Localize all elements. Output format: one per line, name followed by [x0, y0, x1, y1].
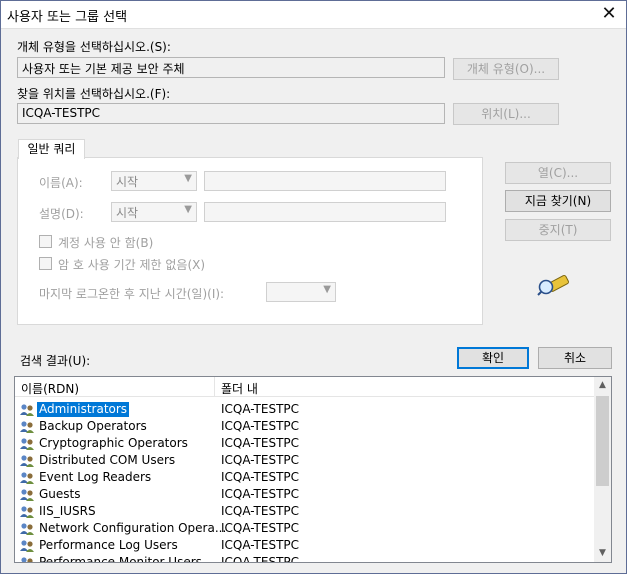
column-header-folder[interactable]: 폴더 내 [221, 380, 258, 397]
row-name: Guests [39, 487, 81, 501]
row-folder: ICQA-TESTPC [221, 487, 300, 501]
name-label: 이름(A): [39, 176, 83, 190]
disabled-accounts-label: 계정 사용 안 함(B) [58, 236, 154, 250]
column-divider[interactable] [214, 377, 215, 397]
group-icon [20, 438, 34, 450]
cancel-button[interactable]: 취소 [538, 347, 612, 369]
row-name: Distributed COM Users [39, 453, 176, 467]
disabled-accounts-checkbox[interactable] [39, 235, 52, 248]
row-name: Network Configuration Opera... [39, 521, 227, 535]
vertical-scrollbar[interactable]: ▲ ▼ [594, 377, 611, 562]
locations-button[interactable]: 위치(L)... [453, 103, 559, 125]
title-bar: 사용자 또는 그룹 선택 ✕ [1, 1, 626, 29]
search-flashlight-icon [537, 274, 569, 296]
stop-button[interactable]: 중지(T) [505, 219, 611, 241]
group-icon [20, 455, 34, 467]
table-row[interactable]: IIS_IUSRS ICQA-TESTPC [15, 503, 595, 520]
chevron-down-icon: ▼ [323, 284, 331, 295]
table-row[interactable]: Cryptographic Operators ICQA-TESTPC [15, 435, 595, 452]
name-mode-value: 시작 [116, 175, 139, 189]
object-type-field: 사용자 또는 기본 제공 보안 주체 [17, 57, 445, 78]
row-folder: ICQA-TESTPC [221, 470, 300, 484]
dialog-window: 사용자 또는 그룹 선택 ✕ 개체 유형을 선택하십시오.(S): 사용자 또는… [0, 0, 627, 574]
window-title: 사용자 또는 그룹 선택 [7, 10, 128, 25]
name-mode-select[interactable]: 시작 ▼ [111, 171, 197, 191]
location-field: ICQA-TESTPC [17, 103, 445, 124]
row-name: Cryptographic Operators [39, 436, 188, 450]
days-since-logon-label: 마지막 로그온한 후 지난 시간(일)(I): [39, 287, 225, 301]
search-results-label: 검색 결과(U): [20, 354, 91, 368]
results-header: 이름(RDN) 폴더 내 [15, 377, 595, 397]
chevron-down-icon: ▼ [184, 204, 192, 215]
table-row[interactable]: Administrators ICQA-TESTPC [15, 401, 595, 418]
object-type-label: 개체 유형을 선택하십시오.(S): [17, 40, 171, 54]
row-folder: ICQA-TESTPC [221, 453, 300, 467]
description-mode-value: 시작 [116, 206, 139, 220]
description-input[interactable] [204, 202, 446, 222]
scroll-down-icon[interactable]: ▼ [594, 545, 611, 562]
table-row[interactable]: Network Configuration Opera... ICQA-TEST… [15, 520, 595, 537]
scroll-up-icon[interactable]: ▲ [594, 377, 611, 394]
row-name: Event Log Readers [39, 470, 152, 484]
name-input[interactable] [204, 171, 446, 191]
find-now-button[interactable]: 지금 찾기(N) [505, 190, 611, 212]
row-folder: ICQA-TESTPC [221, 521, 300, 535]
table-row[interactable]: Performance Log Users ICQA-TESTPC [15, 537, 595, 554]
row-folder: ICQA-TESTPC [221, 504, 300, 518]
row-folder: ICQA-TESTPC [221, 436, 300, 450]
group-icon [20, 506, 34, 518]
close-icon[interactable]: ✕ [596, 3, 622, 27]
group-icon [20, 472, 34, 484]
row-name: Backup Operators [39, 419, 147, 433]
search-results-list[interactable]: 이름(RDN) 폴더 내 Administrators ICQA-TESTPC … [14, 376, 612, 563]
table-row[interactable]: Backup Operators ICQA-TESTPC [15, 418, 595, 435]
chevron-down-icon: ▼ [184, 173, 192, 184]
row-folder: ICQA-TESTPC [221, 419, 300, 433]
row-name: IIS_IUSRS [39, 504, 96, 518]
object-types-button[interactable]: 개체 유형(O)... [453, 58, 559, 80]
row-folder: ICQA-TESTPC [221, 555, 300, 563]
row-name: Performance Log Users [39, 538, 178, 552]
group-icon [20, 404, 34, 416]
group-icon [20, 540, 34, 552]
group-icon [20, 489, 34, 501]
table-row[interactable]: Event Log Readers ICQA-TESTPC [15, 469, 595, 486]
description-label: 설명(D): [39, 207, 84, 221]
scrollbar-thumb[interactable] [596, 396, 609, 486]
ok-button[interactable]: 확인 [457, 347, 529, 369]
tab-common-queries[interactable]: 일반 쿼리 [18, 139, 85, 159]
row-folder: ICQA-TESTPC [221, 402, 300, 416]
row-folder: ICQA-TESTPC [221, 538, 300, 552]
column-header-name[interactable]: 이름(RDN) [21, 380, 79, 397]
no-expire-password-checkbox[interactable] [39, 257, 52, 270]
row-name: Performance Monitor Users [39, 555, 202, 563]
group-icon [21, 557, 33, 562]
location-label: 찾을 위치를 선택하십시오.(F): [17, 87, 171, 101]
group-icon [20, 523, 34, 535]
table-row[interactable]: Performance Monitor Users ICQA-TESTPC [15, 554, 595, 563]
description-mode-select[interactable]: 시작 ▼ [111, 202, 197, 222]
table-row[interactable]: Guests ICQA-TESTPC [15, 486, 595, 503]
group-icon [20, 421, 34, 433]
days-since-logon-select[interactable]: ▼ [266, 282, 336, 302]
columns-button[interactable]: 열(C)... [505, 162, 611, 184]
row-name: Administrators [37, 402, 130, 417]
no-expire-password-label: 암 호 사용 기간 제한 없음(X) [58, 258, 206, 272]
table-row[interactable]: Distributed COM Users ICQA-TESTPC [15, 452, 595, 469]
